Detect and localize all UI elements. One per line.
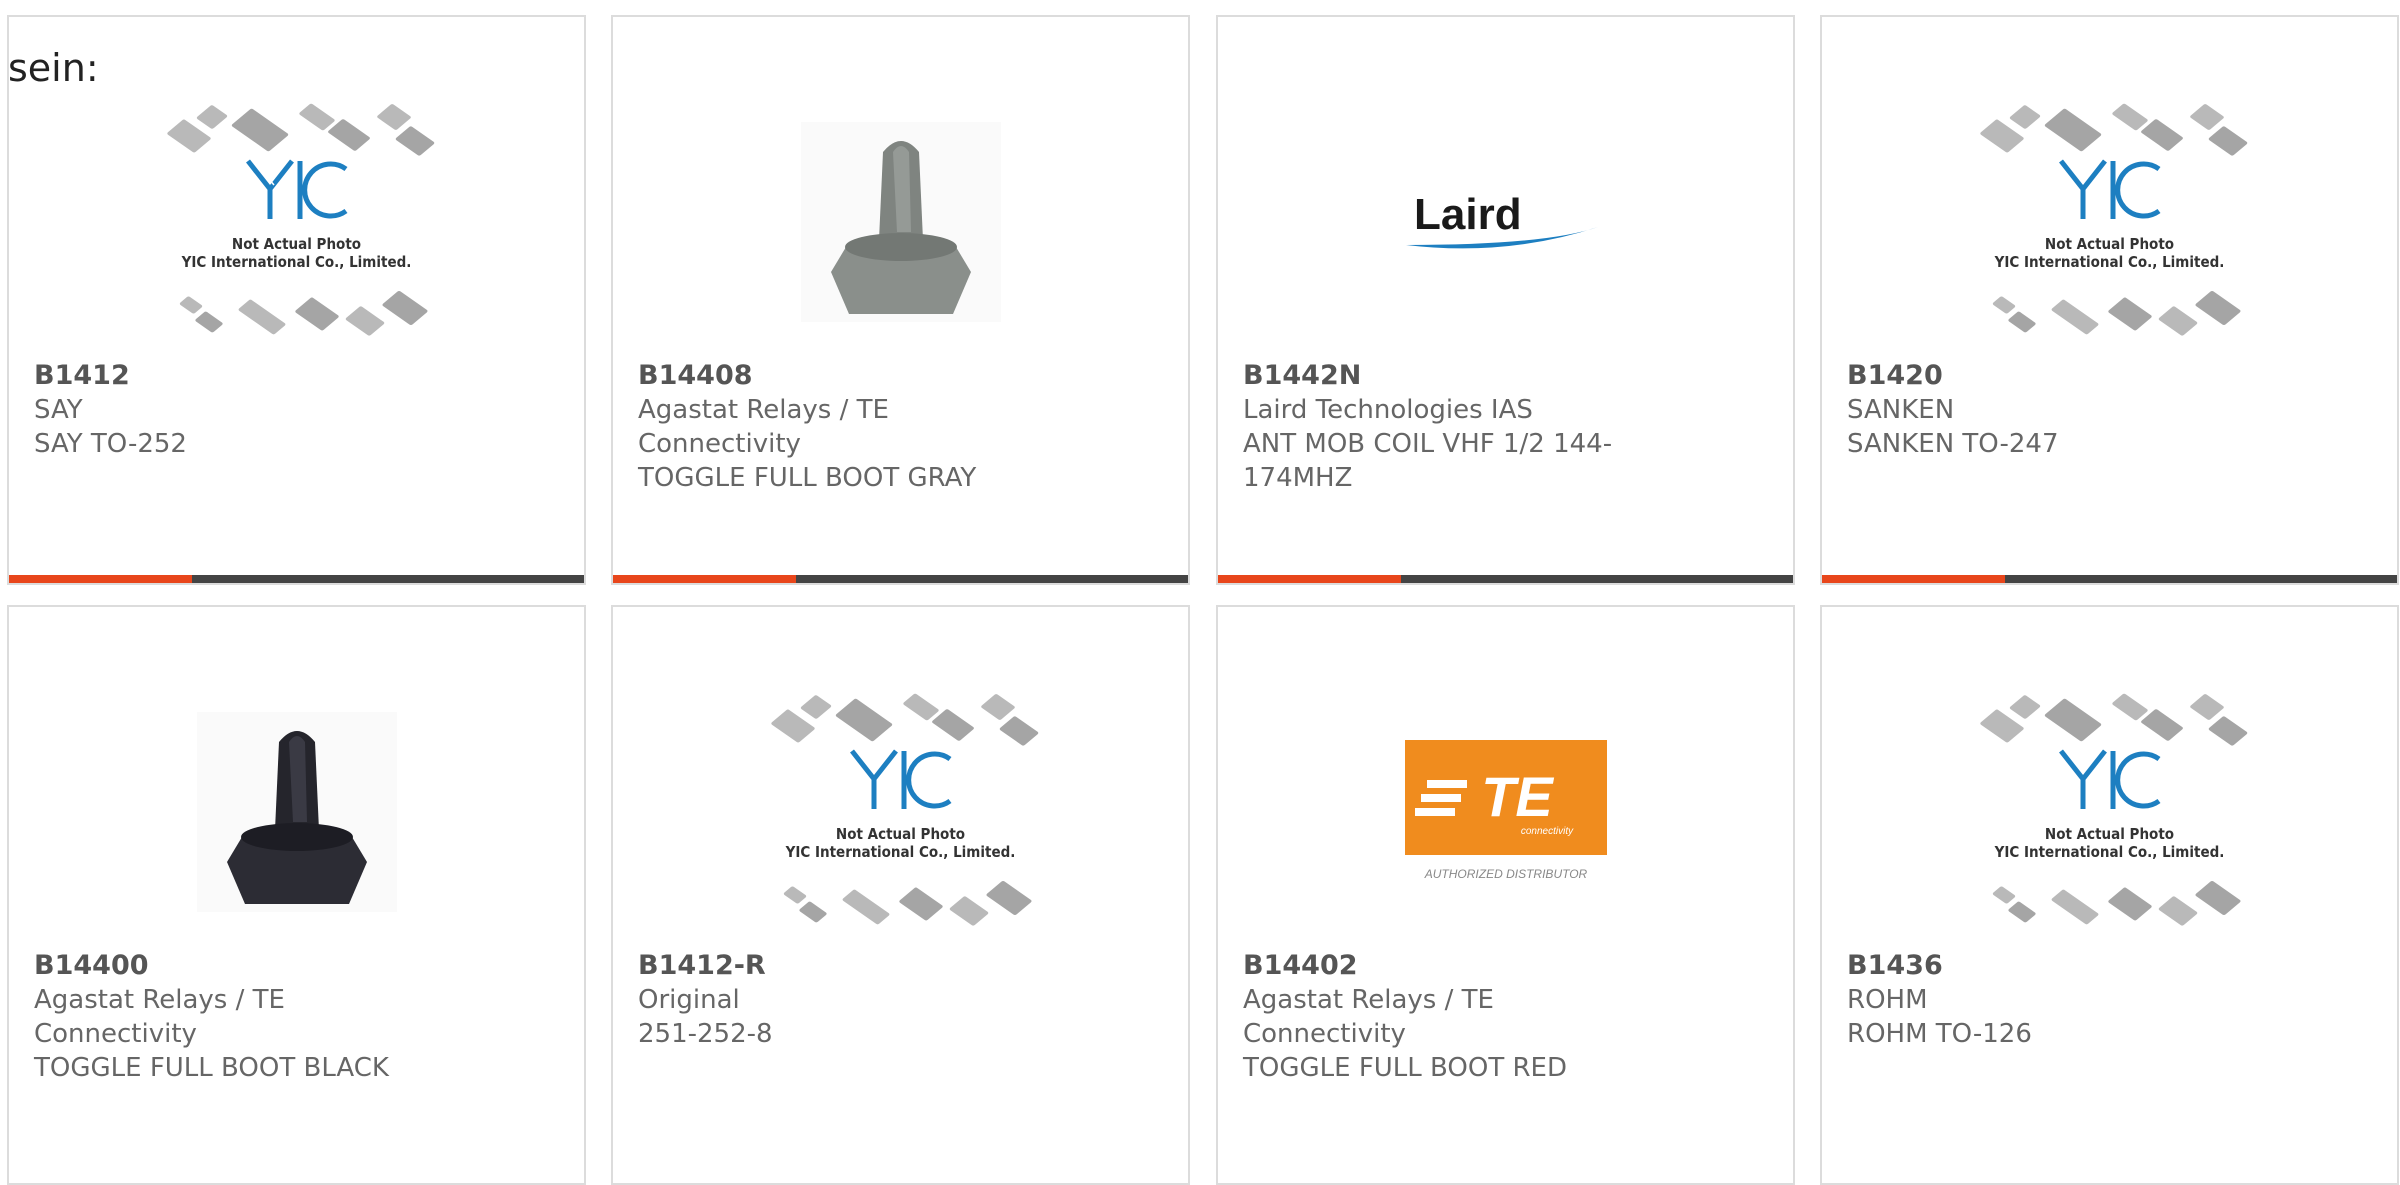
- svg-text:Laird: Laird: [1414, 190, 1522, 239]
- company-label: YIC International Co., Limited.: [1994, 843, 2225, 861]
- product-grid: Not Actual Photo YIC International Co., …: [0, 0, 2400, 1185]
- yic-logo-icon: [2058, 159, 2160, 219]
- product-image[interactable]: [613, 87, 1188, 357]
- not-actual-photo-label: Not Actual Photo: [2044, 235, 2175, 253]
- placeholder-image: Not Actual Photo YIC International Co., …: [1975, 687, 2248, 937]
- product-image[interactable]: Not Actual Photo YIC International Co., …: [1822, 677, 2397, 947]
- company-label: YIC International Co., Limited.: [181, 253, 412, 271]
- intro-text: sein:: [8, 46, 99, 90]
- product-image[interactable]: Not Actual Photo YIC International Co., …: [9, 87, 584, 357]
- description: 251-252-8: [638, 1019, 773, 1049]
- company-label: YIC International Co., Limited.: [785, 843, 1016, 861]
- manufacturer: Agastat Relays / TE Connectivity: [1243, 985, 1494, 1049]
- description: SAY TO-252: [34, 429, 187, 459]
- product-card[interactable]: B14400 Agastat Relays / TE Connectivity …: [7, 605, 586, 1185]
- card-footer-bar: [9, 575, 584, 583]
- svg-text:TE: TE: [1481, 765, 1554, 828]
- product-card[interactable]: Laird B1442N Laird Technologies IAS ANT …: [1216, 15, 1795, 585]
- toggle-boot-black-icon: [196, 712, 397, 912]
- not-actual-photo-label: Not Actual Photo: [835, 825, 966, 843]
- manufacturer: ROHM: [1847, 985, 1928, 1015]
- product-image[interactable]: Not Actual Photo YIC International Co., …: [1822, 87, 2397, 357]
- product-image[interactable]: Not Actual Photo YIC International Co., …: [613, 677, 1188, 947]
- part-number[interactable]: B1412-R: [638, 949, 1058, 983]
- company-label: YIC International Co., Limited.: [1994, 253, 2225, 271]
- description: TOGGLE FULL BOOT RED: [1243, 1053, 1568, 1083]
- product-image[interactable]: Laird: [1218, 87, 1793, 357]
- part-number[interactable]: B1436: [1847, 949, 2267, 983]
- description: ANT MOB COIL VHF 1/2 144-174MHZ: [1243, 429, 1613, 493]
- description: TOGGLE FULL BOOT GRAY: [638, 463, 977, 493]
- not-actual-photo-label: Not Actual Photo: [231, 235, 362, 253]
- svg-text:connectivity: connectivity: [1520, 826, 1573, 837]
- manufacturer: Agastat Relays / TE Connectivity: [34, 985, 285, 1049]
- part-number[interactable]: B1412: [34, 359, 454, 393]
- not-actual-photo-label: Not Actual Photo: [2044, 825, 2175, 843]
- placeholder-image: Not Actual Photo YIC International Co., …: [162, 97, 435, 347]
- product-card[interactable]: Not Actual Photo YIC International Co., …: [1820, 15, 2399, 585]
- description: TOGGLE FULL BOOT BLACK: [34, 1053, 389, 1083]
- product-card[interactable]: B14408 Agastat Relays / TE Connectivity …: [611, 15, 1190, 585]
- description: SANKEN TO-247: [1847, 429, 2059, 459]
- part-number[interactable]: B14408: [638, 359, 1058, 393]
- product-card[interactable]: TE connectivity AUTHORIZED DISTRIBUTOR B…: [1216, 605, 1795, 1185]
- product-image[interactable]: TE connectivity AUTHORIZED DISTRIBUTOR: [1218, 677, 1793, 947]
- part-number[interactable]: B1442N: [1243, 359, 1663, 393]
- product-image[interactable]: [9, 677, 584, 947]
- svg-text:AUTHORIZED DISTRIBUTOR: AUTHORIZED DISTRIBUTOR: [1423, 867, 1587, 881]
- te-connectivity-logo-icon: TE connectivity AUTHORIZED DISTRIBUTOR: [1404, 739, 1607, 881]
- product-card[interactable]: Not Actual Photo YIC International Co., …: [611, 605, 1190, 1185]
- card-footer-bar: [1218, 575, 1793, 583]
- laird-logo-icon: Laird: [1405, 190, 1598, 249]
- toggle-boot-gray-icon: [800, 122, 1001, 322]
- yic-logo-icon: [849, 749, 951, 809]
- part-number[interactable]: B1420: [1847, 359, 2267, 393]
- placeholder-image: Not Actual Photo YIC International Co., …: [766, 687, 1039, 937]
- part-number[interactable]: B14402: [1243, 949, 1663, 983]
- product-card[interactable]: Not Actual Photo YIC International Co., …: [7, 15, 586, 585]
- product-card[interactable]: Not Actual Photo YIC International Co., …: [1820, 605, 2399, 1185]
- yic-logo-icon: [2058, 749, 2160, 809]
- placeholder-image: Not Actual Photo YIC International Co., …: [1975, 97, 2248, 347]
- yic-logo-icon: [245, 159, 347, 219]
- manufacturer: Agastat Relays / TE Connectivity: [638, 395, 889, 459]
- description: ROHM TO-126: [1847, 1019, 2032, 1049]
- manufacturer: Laird Technologies IAS: [1243, 395, 1533, 425]
- part-number[interactable]: B14400: [34, 949, 454, 983]
- manufacturer: Original: [638, 985, 740, 1015]
- card-footer-bar: [613, 575, 1188, 583]
- card-footer-bar: [1822, 575, 2397, 583]
- manufacturer: SANKEN: [1847, 395, 1955, 425]
- manufacturer: SAY: [34, 395, 83, 425]
